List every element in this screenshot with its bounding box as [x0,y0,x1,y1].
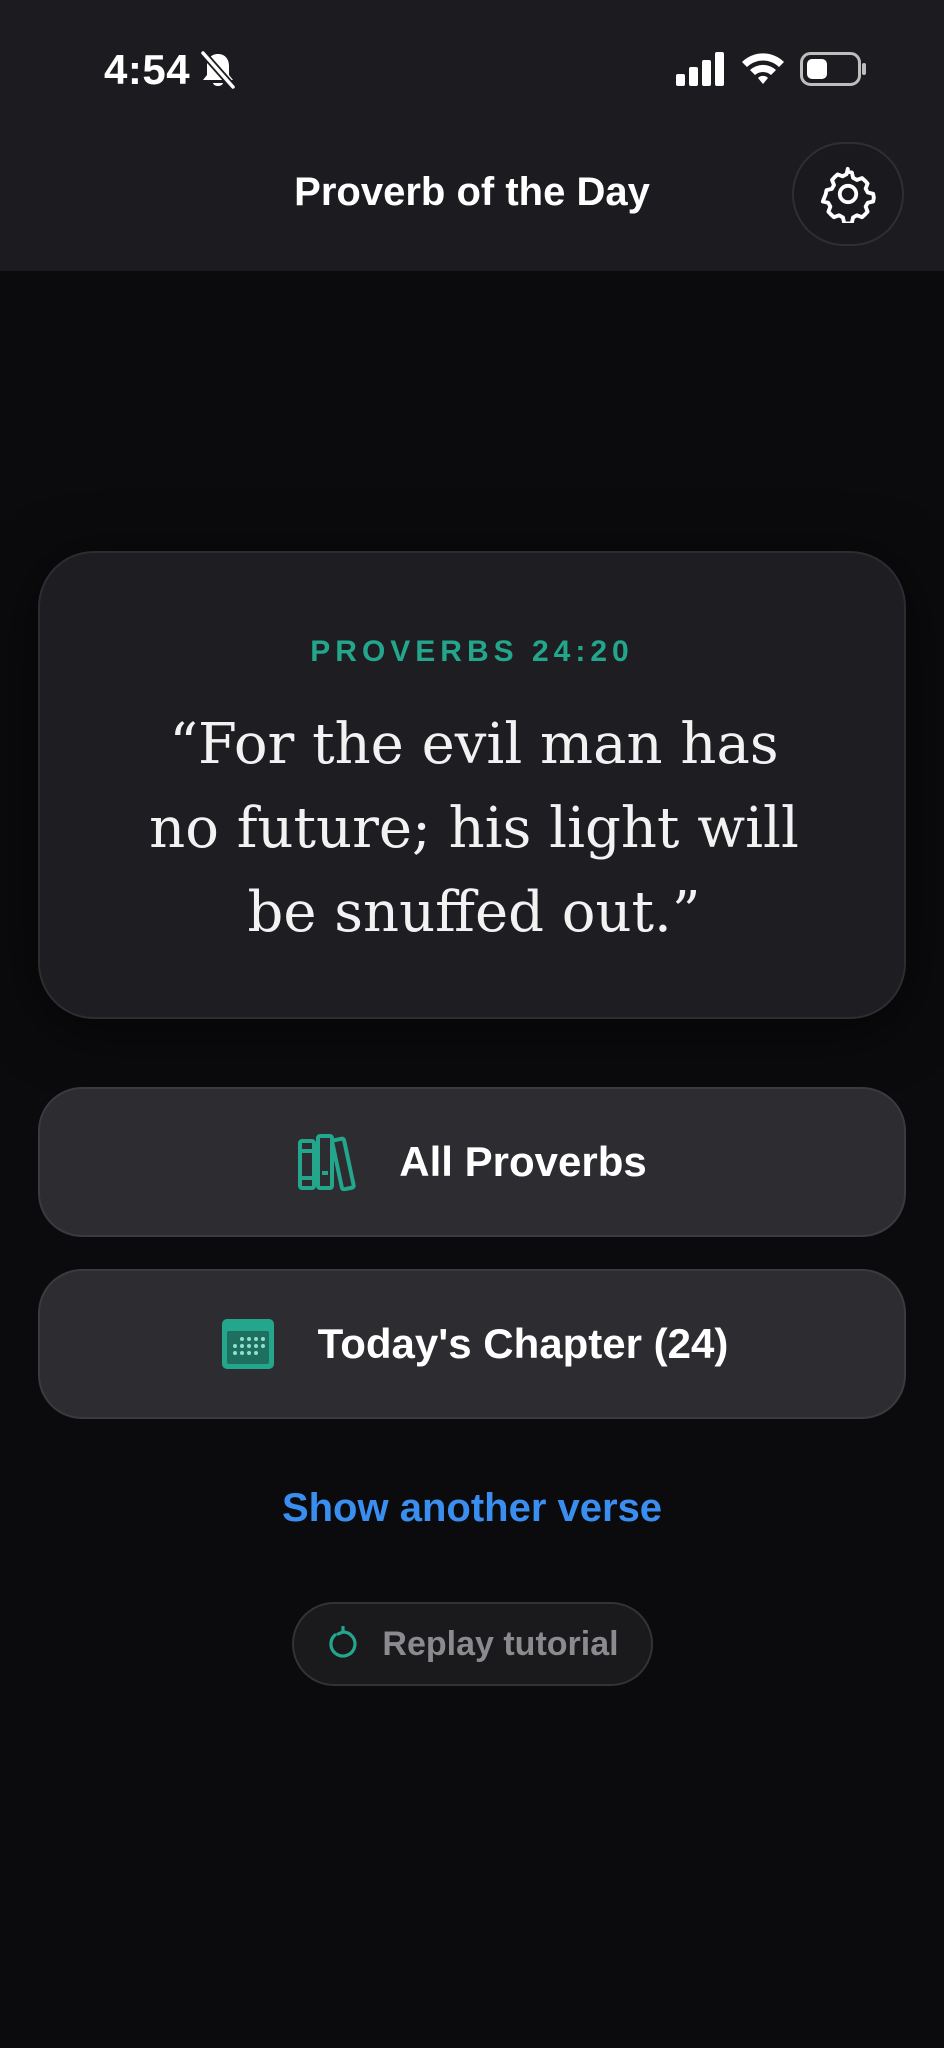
verse-card: PROVERBS 24:20 “For the evil man has no … [38,551,906,1019]
app-screen: 4:54 Proverb of the Day PROVERBS 24:20 “… [0,0,944,2048]
all-proverbs-button[interactable]: All Proverbs [38,1087,906,1237]
replay-tutorial-button[interactable]: Replay tutorial [292,1602,653,1686]
replay-tutorial-label: Replay tutorial [382,1624,619,1663]
cellular-signal-icon [676,52,724,86]
status-time: 4:54 [104,46,191,93]
settings-button[interactable] [792,142,904,246]
battery-icon [800,52,866,86]
calendar-icon [221,1319,274,1369]
all-proverbs-label: All Proverbs [399,1138,647,1185]
todays-chapter-label: Today's Chapter (24) [317,1320,729,1367]
wifi-icon [742,53,784,84]
top-bar: 4:54 Proverb of the Day [0,0,944,271]
bell-muted-icon [200,50,236,90]
books-icon [298,1134,356,1191]
replay-icon [329,1626,357,1658]
verse-text: “For the evil man has no future; his lig… [149,712,799,945]
todays-chapter-button[interactable]: Today's Chapter (24) [38,1269,906,1419]
verse-reference: PROVERBS 24:20 [310,635,634,668]
show-another-verse-link[interactable]: Show another verse [0,1486,944,1531]
gear-icon [820,166,876,223]
